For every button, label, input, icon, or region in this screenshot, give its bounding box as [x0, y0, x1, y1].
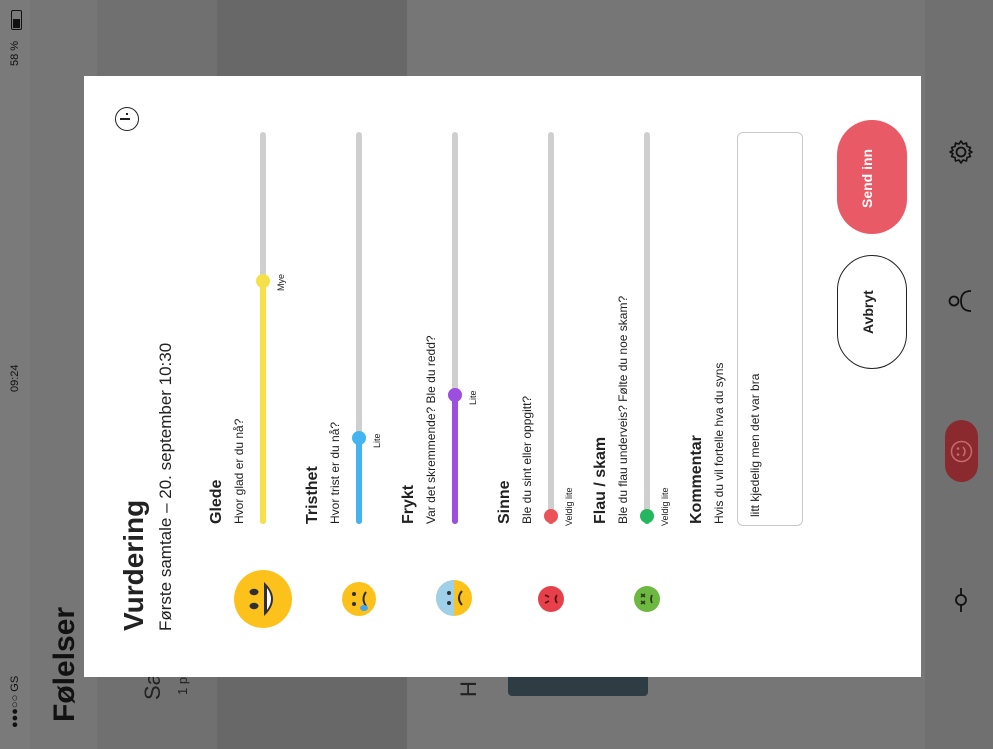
cancel-button[interactable]: Avbryt [837, 255, 907, 369]
app-peek-text: 1 p [175, 676, 190, 695]
emotion-question: Ble du sint eller oppgitt? [520, 395, 534, 524]
app-peek-text: H [456, 681, 481, 697]
emotion-question: Hvor trist er du nå? [328, 421, 342, 524]
slider-fill [452, 394, 458, 524]
status-bar: ●●●○○ GS 09:24 58 % [0, 0, 30, 749]
slider-value-label: Lite [468, 390, 478, 405]
slider-value-label: Mye [276, 273, 286, 291]
submit-button-label: Send inn [859, 148, 875, 208]
slider-value-label: Veldig lite [660, 487, 670, 527]
emotion-nav-item[interactable] [945, 420, 978, 482]
comment-title: Kommentar [688, 435, 705, 524]
submit-button[interactable]: Send inn [837, 120, 907, 234]
emotion-icon [950, 440, 973, 463]
sad-emoji-icon [342, 582, 376, 616]
comment-subtitle: Hvis du vil fortelle hva du syns [712, 362, 726, 524]
happy-emoji-icon [234, 570, 292, 628]
emotion-question: Ble du flau underveis? Følte du noe skam… [616, 295, 630, 524]
emotion-title: Sinne [496, 480, 513, 524]
angry-emoji-icon [538, 586, 564, 612]
person-icon[interactable] [947, 288, 975, 314]
slider-knob [640, 509, 654, 524]
slider-knob [256, 273, 270, 288]
assessment-modal: Vurdering Første samtale – 20. september… [84, 76, 921, 677]
emotion-question: Hvor glad er du nå? [232, 418, 246, 524]
fear-emoji-icon [436, 580, 472, 616]
battery-icon [11, 10, 22, 30]
comment-input-value: litt kjedelig men det var bra [748, 373, 762, 517]
clock: 09:24 [9, 364, 21, 392]
emotion-title: Frykt [400, 484, 417, 524]
slider-fill [356, 437, 362, 524]
slider-fill [260, 280, 266, 524]
modal-subtitle: Første samtale – 20. september 10:30 [156, 342, 175, 631]
slider-value-label: Lite [372, 433, 382, 448]
slider-value-label: Veldig lite [564, 487, 574, 527]
carrier-signal: ●●●○○ GS [9, 675, 21, 728]
comment-input[interactable]: litt kjedelig men det var bra [737, 132, 803, 526]
info-icon[interactable] [115, 107, 139, 131]
cancel-button-label: Avbryt [860, 290, 876, 334]
ashamed-emoji-icon [634, 586, 660, 612]
battery-percent: 58 % [9, 40, 21, 66]
modal-title: Vurdering [118, 499, 149, 631]
slider-knob [544, 509, 558, 524]
app-peek-text: Sa [140, 673, 165, 700]
gear-icon[interactable] [947, 138, 975, 166]
timeline-icon[interactable] [951, 586, 971, 614]
app-title: Følelser [48, 606, 81, 722]
emotion-title: Glede [208, 479, 225, 524]
side-nav [925, 0, 993, 749]
emotion-title: Flau / skam [592, 436, 609, 524]
slider-knob [448, 387, 462, 402]
emotion-question: Var det skremmende? Ble du redd? [424, 335, 438, 524]
slider-knob [352, 430, 366, 445]
emotion-title: Tristhet [304, 466, 321, 524]
